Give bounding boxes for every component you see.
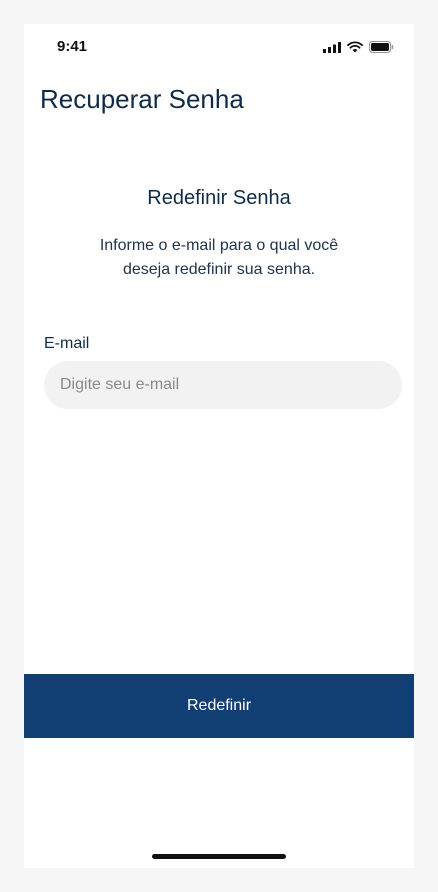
section-title: Redefinir Senha — [147, 187, 291, 209]
home-indicator — [152, 854, 286, 859]
email-label: E-mail — [44, 335, 90, 352]
redefinir-button[interactable]: Redefinir — [24, 674, 414, 738]
phone-screen: 9:41 Recuperar Senha Redefinir Senha Inf… — [24, 24, 414, 868]
cellular-signal-icon — [323, 41, 341, 53]
status-bar: 9:41 — [24, 24, 414, 68]
status-time: 9:41 — [57, 38, 88, 55]
email-input[interactable] — [44, 361, 402, 409]
wifi-icon — [347, 41, 363, 53]
battery-icon — [369, 41, 394, 53]
page-title: Recuperar Senha — [40, 84, 244, 114]
status-icons — [323, 41, 394, 53]
description-text: Informe o e-mail para o qual você deseja… — [99, 237, 339, 278]
